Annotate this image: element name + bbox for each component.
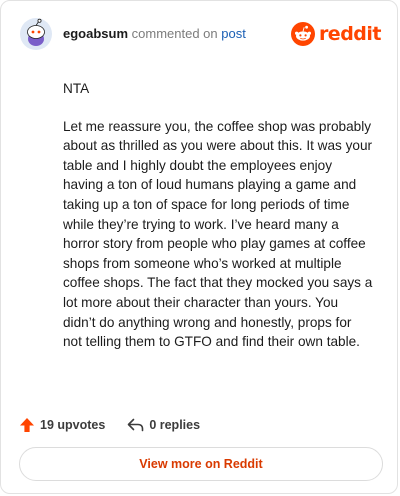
reddit-wordmark: reddit [318, 23, 382, 45]
reply-arrow-icon [128, 418, 144, 432]
upvote-arrow-icon [20, 418, 34, 432]
comment-header: egoabsum commented on post reddit [19, 17, 382, 53]
reply-count: 0 replies [149, 418, 201, 432]
post-link[interactable]: post [221, 26, 246, 41]
user-avatar[interactable] [19, 17, 53, 51]
reddit-logo[interactable]: reddit [290, 21, 382, 47]
username-link[interactable]: egoabsum [63, 26, 128, 41]
comment-meta: egoabsum commented on post [63, 26, 246, 41]
comment-card: egoabsum commented on post reddit NTA Le… [0, 0, 398, 494]
comment-actions: 19 upvotes 0 replies [19, 415, 222, 435]
view-more-button[interactable]: View more on Reddit [19, 447, 383, 481]
upvote-count: 19 upvotes [40, 418, 106, 432]
commented-on-label: commented on [131, 26, 218, 41]
comment-paragraph: Let me reassure you, the coffee shop was… [63, 118, 373, 350]
comment-body: NTA Let me reassure you, the coffee shop… [63, 79, 373, 370]
upvote-button[interactable]: 19 upvotes [19, 417, 105, 433]
reddit-alien-icon [290, 22, 315, 46]
reply-button[interactable]: 0 replies [127, 418, 200, 432]
snoo-avatar-icon [20, 18, 52, 50]
comment-paragraph: NTA [63, 81, 90, 96]
